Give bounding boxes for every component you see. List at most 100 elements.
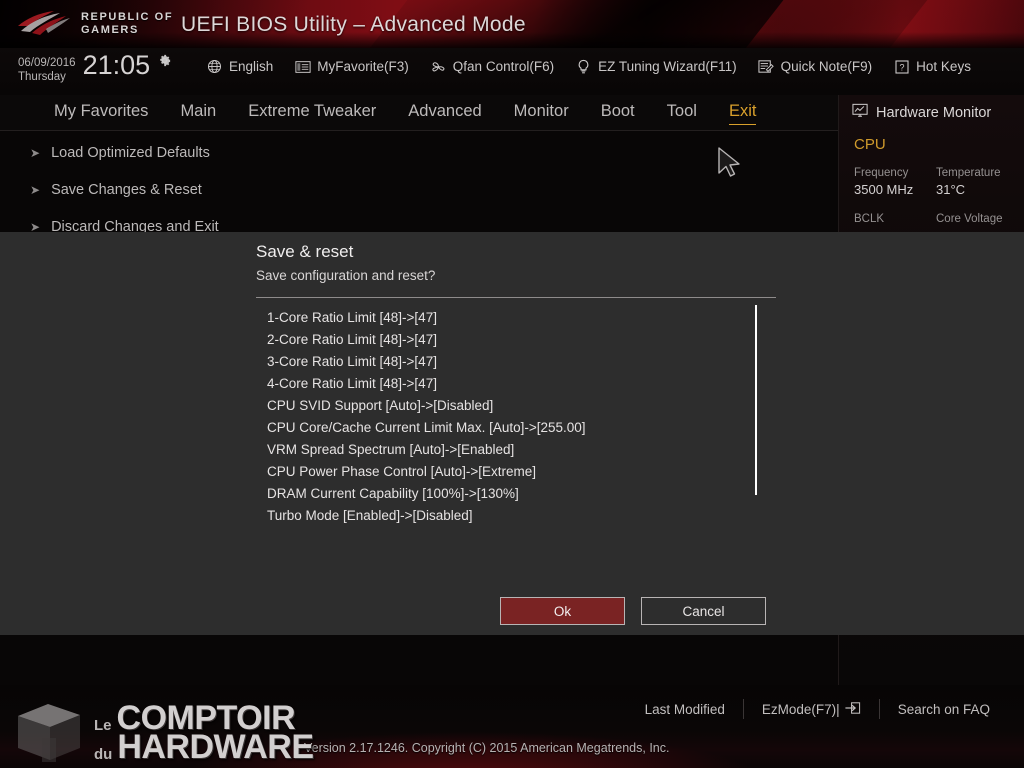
dialog-subtitle: Save configuration and reset?	[256, 268, 436, 283]
exit-arrow-icon	[844, 701, 861, 718]
dialog-buttons: Ok Cancel	[500, 597, 766, 625]
tab-advanced[interactable]: Advanced	[392, 100, 497, 125]
rog-logo-line2: GAMERS	[81, 24, 139, 36]
change-item: Turbo Mode [Enabled]->[Disabled]	[267, 508, 473, 523]
hw-col-bclk: BCLK	[854, 211, 936, 227]
footer-link-label: Search on FAQ	[897, 701, 990, 717]
exit-menu-list: ➤ Load Optimized Defaults ➤ Save Changes…	[0, 134, 838, 245]
change-item: VRM Spread Spectrum [Auto]->[Enabled]	[267, 442, 515, 457]
hw-value-frequency: 3500 MHz	[854, 182, 914, 197]
watermark-line2-small: du	[94, 746, 113, 764]
change-item: CPU SVID Support [Auto]->[Disabled]	[267, 398, 494, 413]
page-title: UEFI BIOS Utility – Advanced Mode	[181, 13, 526, 36]
toolbar-item-qfan-control[interactable]: Qfan Control(F6)	[430, 58, 554, 75]
menu-item-label: Save Changes & Reset	[51, 181, 202, 198]
watermark-logo: Le COMPTOIR du HARDWARE	[8, 700, 314, 766]
bulb-icon	[575, 58, 592, 75]
toolbar-item-label: Hot Keys	[916, 59, 971, 74]
mouse-cursor-icon	[718, 147, 740, 177]
tab-exit[interactable]: Exit	[713, 100, 773, 125]
weekday-value: Thursday	[18, 71, 66, 83]
hw-section-cpu: CPU	[854, 136, 886, 153]
footer-link-label: EzMode(F7)|	[761, 701, 840, 717]
toolbar-item-myfavorite[interactable]: MyFavorite(F3)	[294, 58, 409, 75]
change-item: CPU Core/Cache Current Limit Max. [Auto]…	[267, 420, 586, 435]
footer-link-last-modified[interactable]: Last Modified	[627, 702, 743, 717]
datetime-display: 06/09/2016 Thursday 21:05	[18, 51, 172, 84]
hw-label-core-voltage: Core Voltage	[936, 213, 1003, 225]
cancel-button[interactable]: Cancel	[641, 597, 766, 625]
fan-icon	[430, 58, 447, 75]
tab-my-favorites[interactable]: My Favorites	[38, 100, 164, 125]
bios-screen: REPUBLIC OF GAMERS UEFI BIOS Utility – A…	[0, 0, 1024, 768]
dialog-scrollbar[interactable]	[755, 305, 757, 495]
toolbar-item-ez-tuning-wizard[interactable]: EZ Tuning Wizard(F11)	[575, 58, 737, 75]
hardware-monitor-label: Hardware Monitor	[876, 104, 992, 121]
footer-link-label: Last Modified	[644, 701, 725, 717]
rog-logo-line1: REPUBLIC OF	[81, 11, 174, 23]
watermark-line2-big: HARDWARE	[117, 728, 314, 766]
footer-link-ezmode[interactable]: EzMode(F7)|	[744, 701, 879, 718]
toolbar-item-label: Qfan Control(F6)	[452, 59, 555, 74]
hw-row-bclk-corevoltage: BCLK Core Voltage	[839, 199, 1024, 227]
hw-col-core-voltage: Core Voltage	[936, 211, 1018, 227]
arrow-right-icon: ➤	[30, 219, 41, 234]
copyright-text: Version 2.17.1246. Copyright (C) 2015 Am…	[304, 741, 670, 755]
toolbar-item-label: EZ Tuning Wizard(F11)	[598, 59, 737, 74]
menu-item-save-changes-reset[interactable]: ➤ Save Changes & Reset	[0, 171, 838, 208]
toolbar-item-label: English	[229, 59, 274, 74]
svg-text:?: ?	[899, 62, 904, 72]
nav-underline	[0, 130, 838, 131]
tab-tool[interactable]: Tool	[651, 100, 713, 125]
gear-icon[interactable]	[157, 53, 172, 68]
hw-label-frequency: Frequency	[854, 167, 909, 179]
hw-label-bclk: BCLK	[854, 213, 885, 225]
save-reset-modal-overlay: Save & reset Save configuration and rese…	[0, 232, 1024, 635]
list-icon	[294, 58, 311, 75]
tab-extreme-tweaker[interactable]: Extreme Tweaker	[232, 100, 392, 125]
nav-tabs: My Favorites Main Extreme Tweaker Advanc…	[0, 95, 838, 130]
time-value: 21:05	[82, 50, 151, 80]
ok-button[interactable]: Ok	[500, 597, 625, 625]
toolbar-item-label: Quick Note(F9)	[780, 59, 873, 74]
hw-col-frequency: Frequency 3500 MHz	[854, 165, 936, 199]
tab-monitor[interactable]: Monitor	[498, 100, 585, 125]
tab-boot[interactable]: Boot	[585, 100, 651, 125]
toolbar: 06/09/2016 Thursday 21:05 English MyFavo…	[0, 48, 1024, 129]
change-item: DRAM Current Capability [100%]->[130%]	[267, 486, 519, 501]
change-item: 3-Core Ratio Limit [48]->[47]	[267, 354, 437, 369]
change-item: 1-Core Ratio Limit [48]->[47]	[267, 310, 437, 325]
hw-value-temperature: 31°C	[936, 182, 966, 197]
monitor-screen-icon	[852, 103, 869, 122]
toolbar-item-quick-note[interactable]: Quick Note(F9)	[758, 58, 873, 75]
hw-col-temperature: Temperature 31°C	[936, 165, 1018, 199]
dialog-changes-list: 1-Core Ratio Limit [48]->[47] 2-Core Rat…	[256, 298, 776, 527]
watermark-text: Le COMPTOIR du HARDWARE	[94, 701, 314, 766]
question-box-icon: ?	[893, 58, 910, 75]
arrow-right-icon: ➤	[30, 145, 41, 160]
change-item: 4-Core Ratio Limit [48]->[47]	[267, 376, 437, 391]
rog-logo-text: REPUBLIC OF GAMERS	[81, 11, 173, 37]
save-reset-dialog: Save & reset Save configuration and rese…	[256, 232, 776, 625]
arrow-right-icon: ➤	[30, 182, 41, 197]
change-item: 2-Core Ratio Limit [48]->[47]	[267, 332, 437, 347]
rog-logo: REPUBLIC OF GAMERS	[16, 9, 173, 39]
footer-links: Last Modified EzMode(F7)| Search on FAQ	[627, 699, 1008, 719]
footer-link-search-faq[interactable]: Search on FAQ	[880, 702, 1008, 717]
toolbar-item-language[interactable]: English	[206, 58, 273, 75]
date-text: 06/09/2016 Thursday	[18, 56, 76, 84]
menu-item-label: Load Optimized Defaults	[51, 144, 210, 161]
toolbar-item-label: MyFavorite(F3)	[317, 59, 409, 74]
rog-eye-logo-icon	[18, 11, 70, 35]
toolbar-item-hot-keys[interactable]: ? Hot Keys	[893, 58, 971, 75]
watermark-line1-small: Le	[94, 717, 112, 735]
hardware-monitor-title: Hardware Monitor	[839, 95, 1024, 122]
globe-icon	[206, 58, 223, 75]
tab-main[interactable]: Main	[164, 100, 232, 125]
date-value: 06/09/2016	[18, 57, 76, 69]
cube-logo-icon	[18, 704, 80, 762]
hw-row-frequency-temperature: Frequency 3500 MHz Temperature 31°C	[839, 153, 1024, 199]
dialog-title: Save & reset	[256, 242, 354, 261]
note-icon	[758, 58, 775, 75]
menu-item-load-optimized-defaults[interactable]: ➤ Load Optimized Defaults	[0, 134, 838, 171]
